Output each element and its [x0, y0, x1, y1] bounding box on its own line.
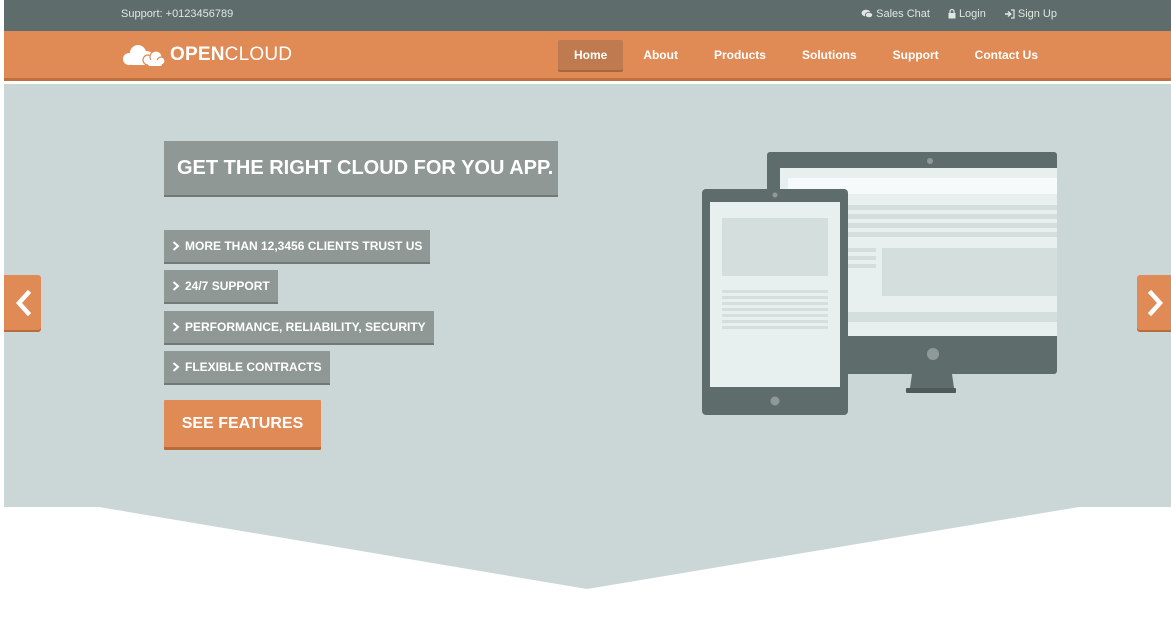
nav-item-about[interactable]: About: [627, 40, 694, 70]
chevron-right-icon: [172, 322, 180, 332]
nav-item-products[interactable]: Products: [698, 40, 782, 70]
chevron-left-icon: [15, 289, 31, 316]
lock-icon: [948, 9, 956, 19]
feature-item: PERFORMANCE, RELIABILITY, SECURITY: [164, 311, 434, 343]
chat-icon: [861, 9, 874, 19]
chevron-right-icon: [172, 241, 180, 251]
slider-prev-button[interactable]: [4, 275, 41, 330]
logo-text-light: CLOUD: [224, 44, 293, 65]
sign-up-label: Sign Up: [1017, 8, 1057, 20]
feature-item: 24/7 SUPPORT: [164, 270, 278, 302]
logo-text: OPENCLOUD: [170, 44, 292, 66]
top-bar: Support: +0123456789 Sales Chat Login Si…: [4, 0, 1171, 31]
nav-item-support[interactable]: Support: [877, 40, 955, 70]
sign-up-link[interactable]: Sign Up: [1004, 8, 1057, 20]
login-link[interactable]: Login: [948, 8, 986, 20]
nav-item-contact-us[interactable]: Contact Us: [959, 40, 1054, 70]
sales-chat-link[interactable]: Sales Chat: [861, 8, 930, 20]
logo[interactable]: OPENCLOUD: [120, 43, 292, 67]
feature-text: PERFORMANCE, RELIABILITY, SECURITY: [185, 320, 426, 334]
chevron-right-icon: [172, 362, 180, 372]
login-label: Login: [958, 8, 986, 20]
feature-text: FLEXIBLE CONTRACTS: [185, 360, 322, 374]
support-phone: Support: +0123456789: [121, 8, 234, 20]
hero-bottom-shape: [4, 507, 1171, 592]
nav-menu: Home About Products Solutions Support Co…: [557, 40, 1054, 70]
chevron-right-icon: [1147, 289, 1163, 316]
feature-item: MORE THAN 12,3456 CLIENTS TRUST US: [164, 230, 431, 262]
cloud-logo-icon: [123, 45, 166, 66]
devices-illustration: [702, 152, 1057, 415]
top-links: Sales Chat Login Sign Up: [861, 8, 1057, 20]
feature-text: 24/7 SUPPORT: [185, 279, 270, 293]
chevron-right-icon: [172, 281, 180, 291]
nav-item-home[interactable]: Home: [557, 40, 624, 70]
hero-headline: GET THE RIGHT CLOUD FOR YOU APP.: [164, 141, 558, 195]
feature-item: FLEXIBLE CONTRACTS: [164, 351, 330, 383]
logo-text-bold: OPEN: [170, 44, 225, 65]
sales-chat-label: Sales Chat: [876, 8, 930, 20]
hero-slider: GET THE RIGHT CLOUD FOR YOU APP. MORE TH…: [4, 84, 1171, 592]
page-frame: Support: +0123456789 Sales Chat Login Si…: [4, 0, 1171, 592]
slider-next-button[interactable]: [1137, 275, 1171, 330]
main-navbar: OPENCLOUD Home About Products Solutions …: [4, 31, 1171, 81]
feature-text: MORE THAN 12,3456 CLIENTS TRUST US: [185, 239, 423, 253]
sign-in-icon: [1004, 9, 1015, 19]
see-features-button[interactable]: SEE FEATURES: [164, 400, 321, 447]
nav-item-solutions[interactable]: Solutions: [786, 40, 873, 70]
